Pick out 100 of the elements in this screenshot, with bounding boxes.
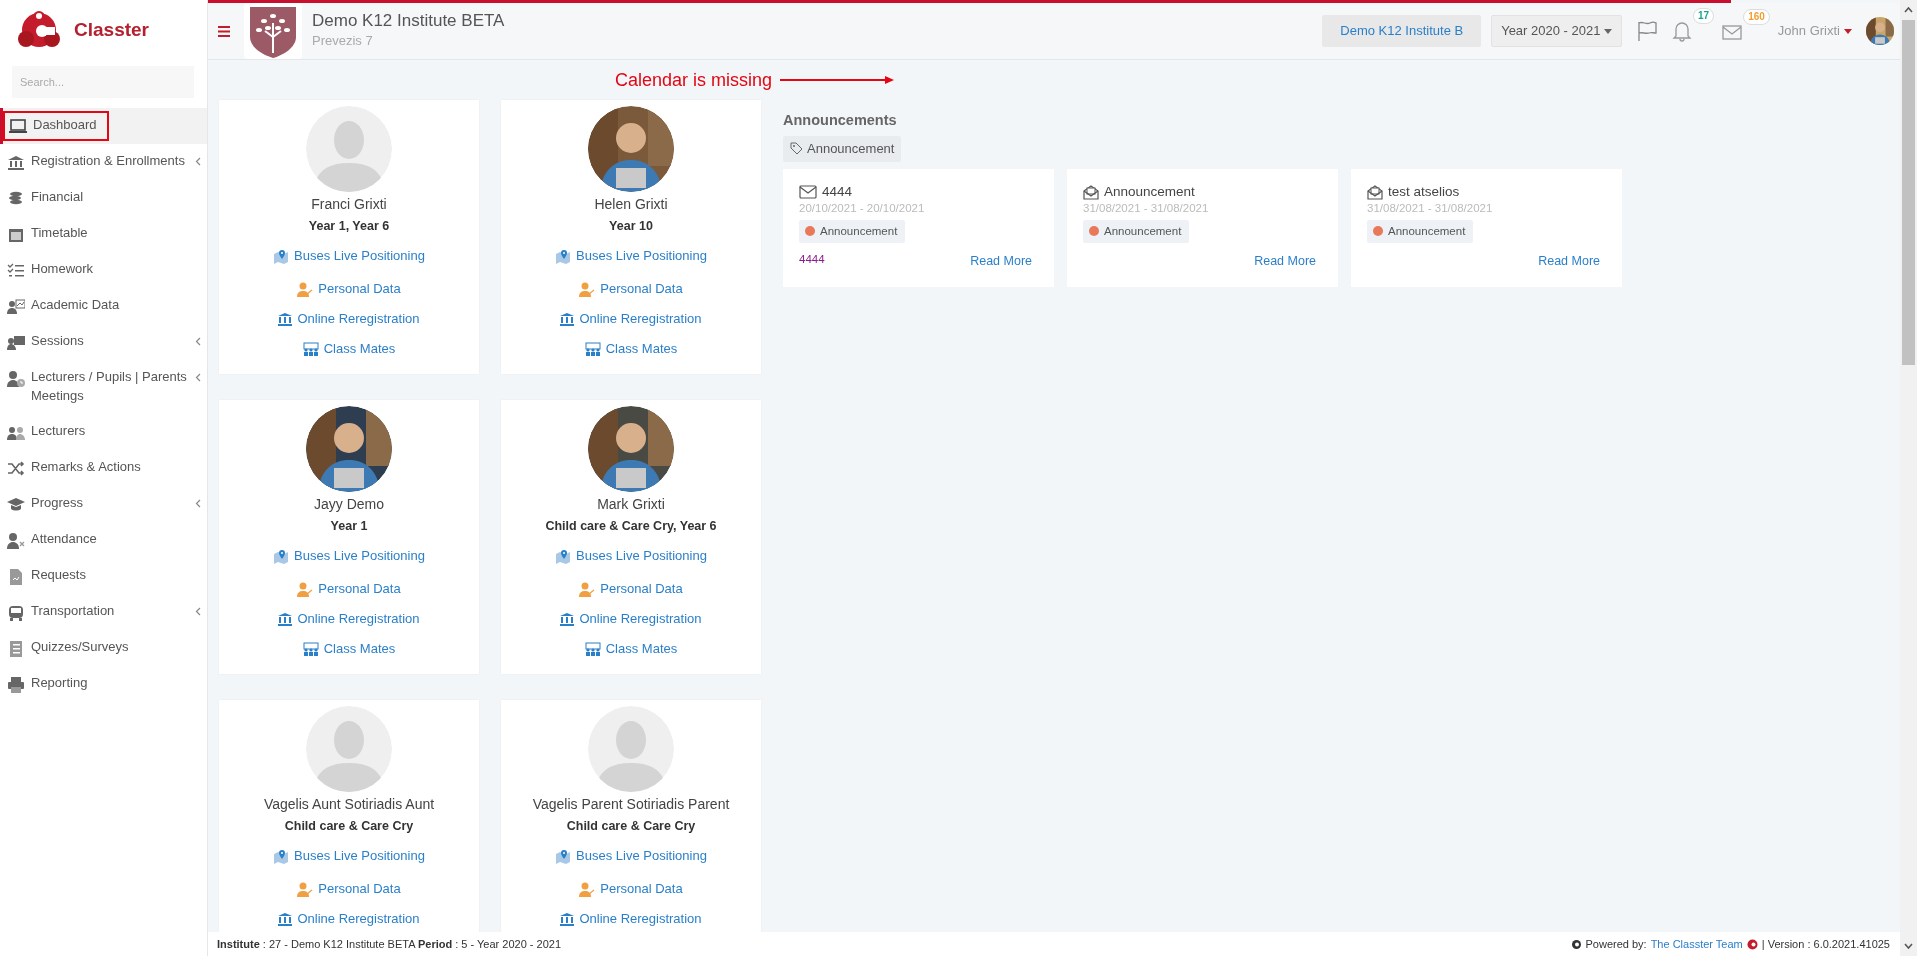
card-link[interactable]: Personal Data (579, 880, 683, 898)
card-link[interactable]: Buses Live Positioning (555, 847, 707, 865)
sidebar-item[interactable]: Timetable (0, 216, 207, 252)
tag-label: Announcement (1388, 223, 1466, 239)
card-link[interactable]: Online Reregistration (560, 910, 702, 928)
search-field[interactable]: Search... (12, 66, 194, 98)
person-icon (579, 581, 596, 597)
sidebar-item[interactable]: Quizzes/Surveys (0, 629, 207, 666)
announcement-title: Announcement (1104, 182, 1195, 201)
caret-down-icon (1604, 29, 1613, 35)
monitor-icon (9, 118, 27, 136)
bank-icon (560, 312, 575, 326)
notifications-button[interactable] (1672, 20, 1693, 42)
card-link[interactable]: Online Reregistration (560, 310, 702, 328)
date-range: 20/10/2021 - 20/10/2021 (799, 200, 926, 216)
sidebar-item[interactable]: Progress (0, 485, 207, 522)
version-label: | Version : 6.0.2021.41025 (1761, 936, 1890, 952)
flag-icon (1636, 20, 1659, 42)
map-pin-icon (555, 848, 572, 864)
sidebar-item[interactable]: Transportation (0, 593, 207, 630)
sidebar-item[interactable]: Financial (0, 180, 207, 216)
group-icon (302, 642, 319, 656)
document-icon (7, 567, 25, 586)
card-link[interactable]: Online Reregistration (560, 610, 702, 628)
card-link[interactable]: Personal Data (579, 280, 683, 298)
sidebar-item[interactable]: Reporting (0, 665, 207, 702)
card-link[interactable]: Buses Live Positioning (273, 247, 425, 265)
person-icon (297, 581, 314, 597)
date-range: 31/08/2021 - 31/08/2021 (1083, 200, 1210, 216)
tag-label: Announcement (1104, 223, 1182, 239)
person-icon (579, 881, 596, 897)
student-classes: Year 10 (609, 218, 653, 235)
card-link[interactable]: Class Mates (584, 340, 678, 358)
sidebar-item[interactable]: Sessions (0, 324, 207, 360)
card-link[interactable]: Class Mates (302, 640, 396, 658)
card-link[interactable]: Online Reregistration (278, 910, 420, 928)
sidebar-item[interactable]: Requests (0, 557, 207, 594)
sidebar-item[interactable]: Homework (0, 252, 207, 288)
envelope-icon (1722, 23, 1743, 40)
student-classes: Child care & Care Cry, Year 6 (545, 518, 717, 535)
person-icon (297, 281, 314, 297)
map-pin-icon (555, 548, 572, 564)
card-link[interactable]: Buses Live Positioning (273, 847, 425, 865)
read-more-link[interactable]: Read More (1538, 251, 1600, 271)
user-menu[interactable]: John Grixti (1777, 21, 1852, 41)
card-link[interactable]: Buses Live Positioning (555, 247, 707, 265)
sidebar-item[interactable]: Dashboard (3, 111, 109, 141)
card-link[interactable]: Online Reregistration (278, 310, 420, 328)
team-link[interactable]: The Classter Team (1650, 935, 1743, 953)
person-icon (579, 281, 596, 297)
sidebar-item[interactable]: Remarks & Actions (0, 449, 207, 486)
student-classes: Child care & Care Cry (284, 818, 414, 835)
card-link[interactable]: Personal Data (297, 880, 401, 898)
annotation-text: Calendar is missing (615, 68, 773, 92)
tag-icon (790, 142, 803, 156)
card-link[interactable]: Buses Live Positioning (555, 547, 707, 565)
filter-chip[interactable]: Announcement (783, 136, 902, 162)
sidebar-item[interactable]: Lecturers / Pupils | Parents Meetings (0, 360, 207, 414)
arrow-icon (780, 75, 896, 85)
person-x-icon (7, 531, 25, 550)
group-icon (302, 342, 319, 356)
sidebar-item[interactable]: Registration & Enrollments (0, 144, 207, 180)
sidebar-item[interactable]: Lecturers (0, 413, 207, 450)
map-pin-icon (273, 848, 290, 864)
bank-icon (560, 912, 575, 926)
announcement-text: 4444 (799, 251, 825, 267)
presentation-icon (7, 334, 25, 352)
person-icon (297, 881, 314, 897)
student-name: Vagelis Aunt Sotiriadis Aunt (263, 795, 435, 814)
map-pin-icon (273, 548, 290, 564)
institute-button[interactable]: Demo K12 Institute B (1322, 15, 1482, 47)
read-more-link[interactable]: Read More (1254, 251, 1316, 271)
card-link[interactable]: Buses Live Positioning (273, 547, 425, 565)
card-link[interactable]: Personal Data (297, 280, 401, 298)
card-link[interactable]: Class Mates (302, 340, 396, 358)
card-link[interactable]: Personal Data (579, 580, 683, 598)
student-name: Vagelis Parent Sotiriadis Parent (532, 795, 730, 814)
student-classes: Year 1 (330, 518, 368, 535)
printer-icon (7, 675, 25, 694)
checklist-icon (7, 639, 25, 658)
sidebar-item[interactable]: Academic Data (0, 288, 207, 324)
student-classes: Child care & Care Cry (566, 818, 696, 835)
student-classes: Year 1, Year 6 (308, 218, 390, 235)
card-link[interactable]: Online Reregistration (278, 610, 420, 628)
caret-down-icon (1844, 28, 1852, 34)
card-link[interactable]: Personal Data (297, 580, 401, 598)
group-icon (584, 642, 601, 656)
sidebar-item[interactable]: Attendance (0, 521, 207, 558)
shuffle-icon (7, 459, 25, 478)
menu-icon (218, 26, 230, 38)
student-name: Jayy Demo (314, 495, 384, 514)
announcement-title: test atselios (1388, 182, 1460, 201)
year-dropdown[interactable]: Year 2020 - 2021 (1491, 15, 1623, 47)
read-more-link[interactable]: Read More (970, 251, 1032, 271)
map-pin-icon (273, 248, 290, 264)
bank-icon (7, 154, 25, 172)
institute-address: Prevezis 7 (312, 32, 374, 51)
card-link[interactable]: Class Mates (584, 640, 678, 658)
bank-icon (278, 612, 293, 626)
student-name: Franci Grixti (311, 195, 387, 214)
